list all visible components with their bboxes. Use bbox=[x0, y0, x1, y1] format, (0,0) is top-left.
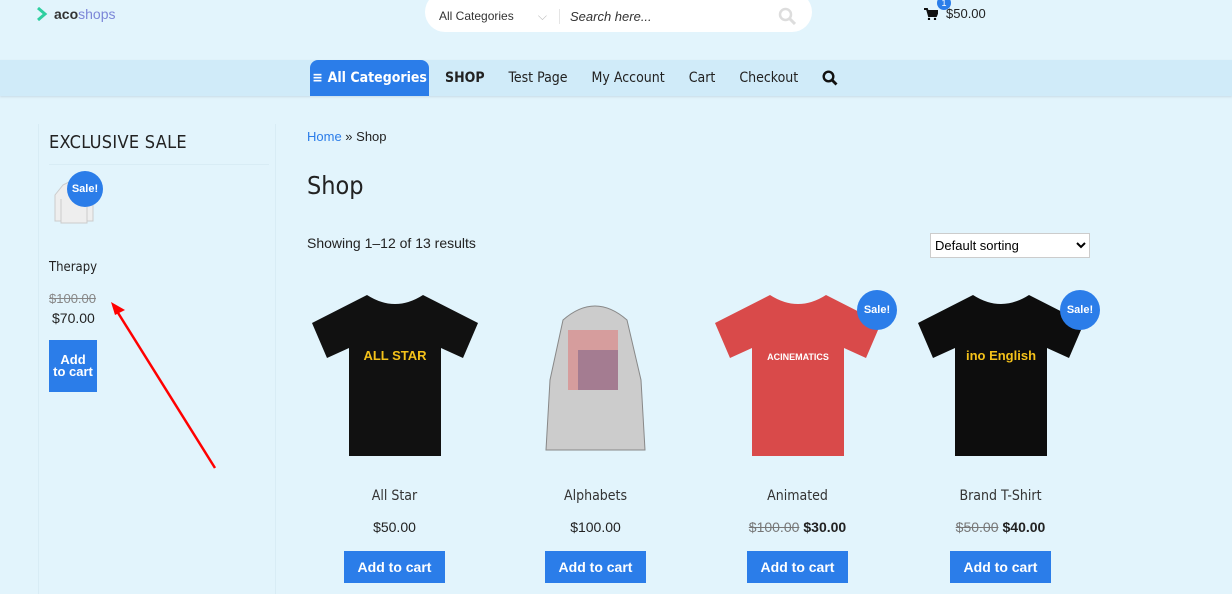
nav-my-account[interactable]: My Account bbox=[592, 70, 665, 86]
product-card: ino English Sale! Brand T-Shirt $50.00 $40… bbox=[913, 290, 1100, 583]
add-to-cart-button[interactable]: Add to cart bbox=[343, 551, 446, 583]
shirt-print: ACINEMATICS bbox=[767, 352, 829, 362]
product-card: ACINEMATICS Sale! Animated $100.00 $30.00 … bbox=[710, 290, 897, 583]
search-icon[interactable] bbox=[822, 70, 838, 86]
add-to-cart-button[interactable]: Add to cart bbox=[49, 340, 97, 392]
product-name[interactable]: Alphabets bbox=[508, 488, 683, 504]
product-image[interactable] bbox=[508, 290, 683, 465]
product-name[interactable]: Animated bbox=[710, 488, 885, 504]
add-to-cart-button[interactable]: Add to cart bbox=[949, 551, 1052, 583]
old-price: $50.00 bbox=[955, 519, 999, 535]
main-nav: ≡ All Categories SHOP Test Page My Accoun… bbox=[0, 60, 1232, 96]
product-image[interactable]: ACINEMATICS Sale! bbox=[710, 290, 897, 465]
current-price: $50.00 bbox=[373, 519, 416, 535]
product-price: $100.00 bbox=[508, 519, 683, 535]
add-to-cart-button[interactable]: Add to cart bbox=[544, 551, 647, 583]
search-icon[interactable] bbox=[778, 7, 796, 25]
current-price: $100.00 bbox=[570, 519, 621, 535]
search-input[interactable] bbox=[570, 8, 760, 24]
product-image[interactable]: ino English Sale! bbox=[913, 290, 1100, 465]
old-price: $100.00 bbox=[49, 291, 96, 306]
logo-icon bbox=[37, 7, 48, 21]
product-price: $50.00 $40.00 bbox=[913, 519, 1088, 535]
shirt-print: ALL STAR bbox=[363, 348, 427, 363]
product-name[interactable]: Brand T-Shirt bbox=[913, 488, 1088, 504]
shirt-print: ino English bbox=[966, 348, 1036, 363]
sidebar-product: Sale! bbox=[49, 171, 103, 238]
add-to-cart-button[interactable]: Add to cart bbox=[746, 551, 849, 583]
product-card: Alphabets $100.00 Add to cart bbox=[508, 290, 683, 583]
product-price: $50.00 bbox=[307, 519, 482, 535]
sidebar-title: EXCLUSIVE SALE bbox=[49, 132, 269, 165]
header-cart[interactable]: 1 $50.00 bbox=[924, 0, 986, 21]
menu-icon: ≡ bbox=[312, 70, 323, 86]
product-price: $100.00 $30.00 bbox=[710, 519, 885, 535]
search-bar: All Categories ⌵ bbox=[425, 0, 812, 32]
cart-total: $50.00 bbox=[946, 6, 986, 21]
nav-cart[interactable]: Cart bbox=[689, 70, 716, 86]
product-card: ALL STAR All Star $50.00 Add to cart bbox=[307, 290, 482, 583]
breadcrumb-current: Shop bbox=[356, 129, 387, 144]
breadcrumb-home[interactable]: Home bbox=[307, 129, 342, 144]
sale-badge: Sale! bbox=[1060, 290, 1100, 330]
old-price: $100.00 bbox=[748, 519, 800, 535]
product-name[interactable]: All Star bbox=[307, 488, 482, 504]
sale-badge: Sale! bbox=[857, 290, 897, 330]
breadcrumb: Home » Shop bbox=[307, 129, 387, 144]
search-category-select[interactable]: All Categories ⌵ bbox=[425, 8, 560, 24]
nav-test-page[interactable]: Test Page bbox=[509, 70, 568, 86]
cart-icon bbox=[924, 7, 938, 20]
result-count: Showing 1–12 of 13 results bbox=[307, 235, 476, 251]
current-price: $30.00 bbox=[803, 519, 847, 535]
nav-checkout[interactable]: Checkout bbox=[739, 70, 798, 86]
nav-shop[interactable]: SHOP bbox=[445, 70, 485, 86]
red-arrow-annotation bbox=[111, 302, 217, 469]
sorting-select[interactable]: Default sorting bbox=[930, 233, 1090, 258]
page-title: Shop bbox=[307, 171, 364, 200]
product-image[interactable]: ALL STAR bbox=[307, 290, 482, 465]
current-price: $40.00 bbox=[1002, 519, 1046, 535]
sale-badge: Sale! bbox=[67, 171, 103, 207]
chevron-down-icon: ⌵ bbox=[537, 8, 547, 23]
sidebar-product-name[interactable]: Therapy bbox=[49, 260, 97, 275]
logo[interactable]: acoshops bbox=[36, 6, 115, 22]
all-categories-button[interactable]: ≡ All Categories bbox=[310, 60, 429, 96]
